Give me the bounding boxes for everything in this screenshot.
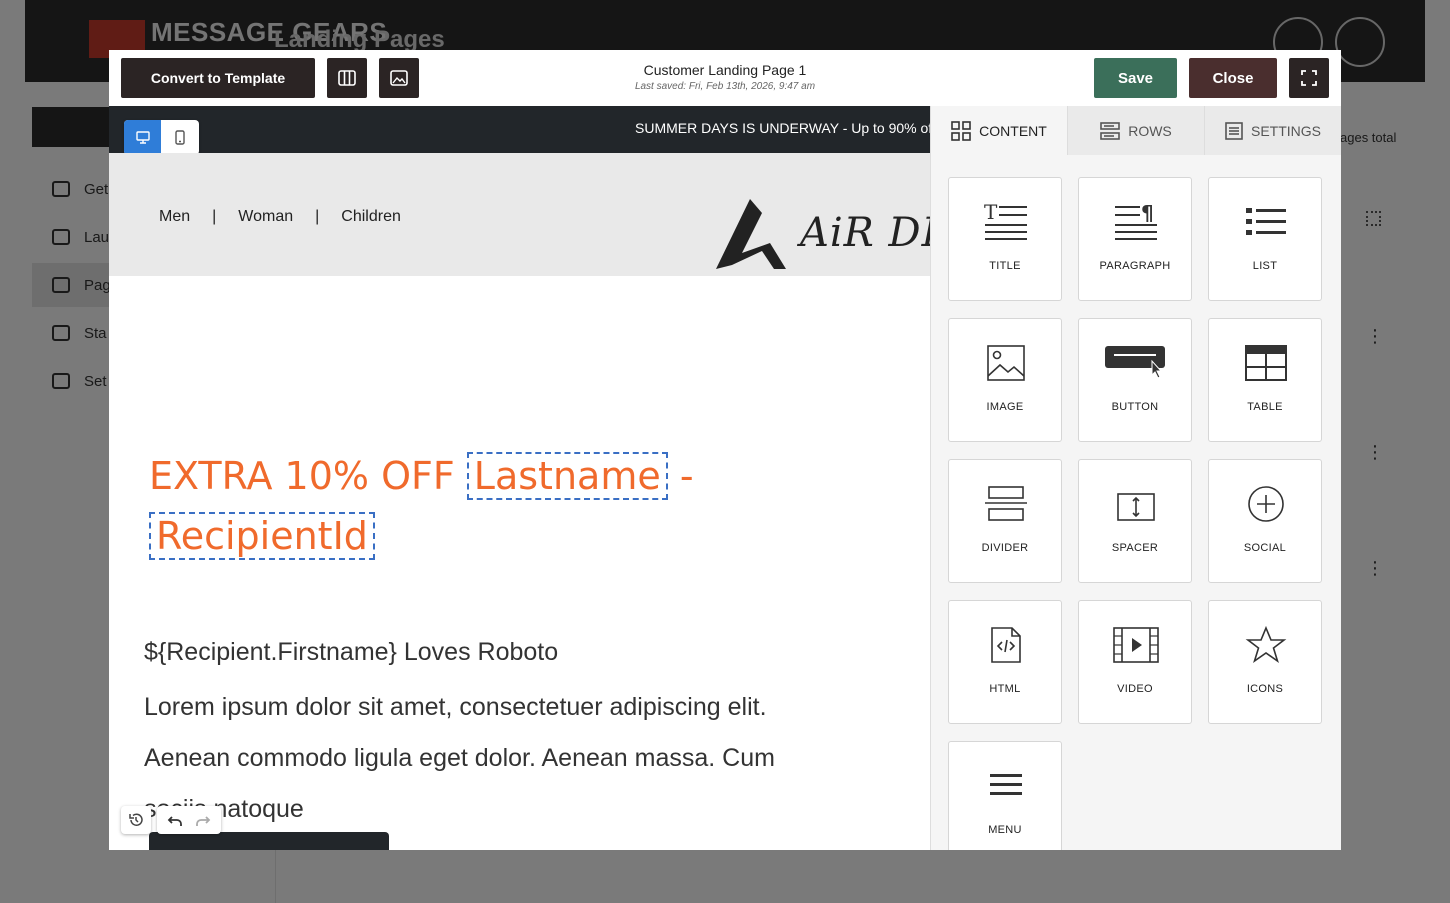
nav-link-children[interactable]: Children [341, 208, 401, 226]
page-canvas[interactable]: SUMMER DAYS IS UNDERWAY - Up to 90% off … [109, 106, 930, 850]
fullscreen-icon [1301, 70, 1317, 86]
image-button[interactable] [379, 58, 419, 98]
content-blocks-grid: T TITLE ¶ PARAGRAPH LIST IMAGE BUTTON TA… [948, 177, 1322, 850]
tile-label: TITLE [989, 260, 1021, 272]
image-block-icon [987, 345, 1025, 381]
promo-text: SUMMER DAYS IS UNDERWAY - Up to 90% off [635, 120, 930, 136]
brand-text: AiR DES [800, 210, 930, 256]
fullscreen-button[interactable] [1289, 58, 1329, 98]
tile-label: VIDEO [1117, 683, 1153, 695]
nav-link-woman[interactable]: Woman [238, 208, 293, 226]
nav-links: Men | Woman | Children [159, 208, 401, 226]
block-image[interactable]: IMAGE [948, 318, 1062, 442]
desktop-view-button[interactable] [124, 120, 161, 155]
tile-label: IMAGE [986, 401, 1024, 413]
block-list[interactable]: LIST [1208, 177, 1322, 301]
undo-icon[interactable] [167, 812, 183, 828]
tile-label: TABLE [1247, 401, 1283, 413]
list-icon [1246, 208, 1286, 235]
rows-icon [1100, 121, 1121, 140]
merge-tag-lastname[interactable]: Lastname [466, 452, 668, 500]
block-html[interactable]: HTML [948, 600, 1062, 724]
nav-separator: | [212, 208, 217, 225]
tile-label: SOCIAL [1243, 542, 1287, 554]
history-icon [129, 813, 143, 826]
tile-label: SPACER [1111, 542, 1159, 554]
air-logo-icon [716, 199, 786, 269]
tab-rows[interactable]: ROWS [1068, 106, 1205, 155]
tile-label: MENU [988, 824, 1022, 836]
tab-label: CONTENT [979, 122, 1047, 139]
history-button[interactable] [121, 806, 151, 834]
star-icon [1245, 625, 1287, 663]
promo-banner[interactable]: SUMMER DAYS IS UNDERWAY - Up to 90% off [109, 106, 930, 153]
tab-label: ROWS [1128, 122, 1172, 139]
headline-block[interactable]: EXTRA 10% OFF Lastname - RecipientId [149, 446, 849, 566]
body-greeting-text[interactable]: ${Recipient.Firstname} Loves Roboto [144, 638, 558, 667]
button-block-icon [1105, 346, 1165, 379]
landing-page-editor-modal: Convert to Template Customer Landing Pag… [109, 50, 1341, 850]
mobile-icon [174, 130, 185, 145]
tile-label: PARAGRAPH [1099, 260, 1171, 272]
settings-doc-icon [1225, 121, 1243, 140]
tile-label: ICONS [1246, 683, 1284, 695]
headline-text: EXTRA 10% OFF [149, 454, 455, 498]
block-menu[interactable]: MENU [948, 741, 1062, 850]
tile-label: LIST [1252, 260, 1278, 272]
convert-to-template-button[interactable]: Convert to Template [121, 58, 315, 98]
tab-settings[interactable]: SETTINGS [1205, 106, 1341, 155]
block-table[interactable]: TABLE [1208, 318, 1322, 442]
panel-tabs: CONTENT ROWS SETTINGS [931, 106, 1341, 155]
block-button[interactable]: BUTTON [1078, 318, 1192, 442]
columns-button[interactable] [327, 58, 367, 98]
image-icon [390, 70, 408, 86]
redo-icon[interactable] [195, 812, 211, 828]
block-spacer[interactable]: SPACER [1078, 459, 1192, 583]
tile-label: HTML [989, 683, 1021, 695]
block-social[interactable]: SOCIAL [1208, 459, 1322, 583]
save-button[interactable]: Save [1094, 58, 1177, 98]
social-icon [1248, 486, 1284, 522]
video-icon [1113, 627, 1159, 663]
nav-separator: | [315, 208, 320, 225]
block-video[interactable]: VIDEO [1078, 600, 1192, 724]
page-header-nav[interactable]: Men | Woman | Children AiR DES [109, 153, 930, 276]
tab-content[interactable]: CONTENT [931, 106, 1068, 155]
menu-icon [990, 774, 1022, 795]
device-preview-toggle [124, 120, 199, 155]
content-panel: CONTENT ROWS SETTINGS T TITLE ¶ PARAGRAP… [930, 106, 1341, 850]
block-divider[interactable]: DIVIDER [948, 459, 1062, 583]
merge-tag-recipientid[interactable]: RecipientId [149, 512, 375, 560]
headline-separator: - [679, 454, 694, 498]
grid-icon [951, 120, 971, 141]
undo-redo-group [157, 806, 221, 834]
close-button[interactable]: Close [1189, 58, 1277, 98]
title-icon: T [984, 202, 1027, 240]
nav-link-men[interactable]: Men [159, 208, 190, 226]
block-icons[interactable]: ICONS [1208, 600, 1322, 724]
tile-label: DIVIDER [981, 542, 1029, 554]
divider-icon [985, 486, 1027, 521]
paragraph-icon: ¶ [1115, 202, 1157, 240]
last-saved-text: Last saved: Fri, Feb 13th, 2026, 9:47 am [634, 81, 816, 92]
tile-label: BUTTON [1111, 401, 1159, 413]
block-paragraph[interactable]: ¶ PARAGRAPH [1078, 177, 1192, 301]
history-controls [121, 806, 221, 834]
block-title[interactable]: T TITLE [948, 177, 1062, 301]
mobile-view-button[interactable] [161, 120, 198, 155]
tab-label: SETTINGS [1250, 122, 1321, 139]
columns-icon [338, 70, 356, 86]
svg-text:T: T [984, 202, 998, 224]
document-title: Customer Landing Page 1 [643, 62, 807, 78]
cta-button-preview[interactable] [149, 832, 389, 850]
spacer-icon [1117, 493, 1155, 521]
desktop-icon [135, 131, 150, 144]
table-icon [1245, 345, 1287, 381]
svg-text:¶: ¶ [1141, 202, 1154, 225]
html-icon [991, 627, 1021, 663]
editor-toolbar: Convert to Template Customer Landing Pag… [109, 50, 1341, 106]
brand-logo: AiR DES [712, 193, 930, 273]
body-paragraph[interactable]: Lorem ipsum dolor sit amet, consectetuer… [144, 682, 834, 835]
